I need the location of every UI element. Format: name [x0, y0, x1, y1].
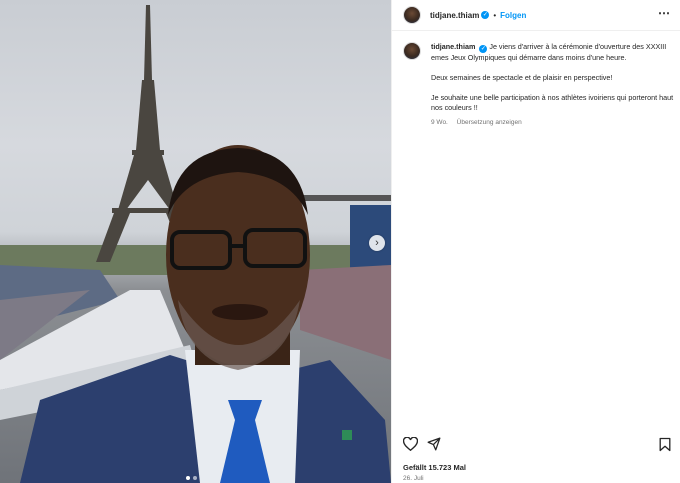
- avatar[interactable]: [403, 6, 421, 24]
- caption-username[interactable]: tidjane.thiam: [431, 42, 475, 51]
- username-link[interactable]: tidjane.thiam: [430, 11, 479, 20]
- verified-icon: ✓: [481, 11, 490, 19]
- post-date: 26. Juli: [403, 475, 424, 482]
- post-age: 9 Wo.: [431, 119, 448, 126]
- post-photo[interactable]: ›: [0, 0, 391, 483]
- action-bar: [403, 437, 675, 453]
- caption-meta: 9 Wo. Übersetzung anzeigen: [431, 118, 675, 128]
- follow-button[interactable]: Folgen: [500, 11, 526, 20]
- caption-line-2: Deux semaines de spectacle et de plaisir…: [431, 73, 613, 82]
- post-sidebar: tidjane.thiam ✓ • Folgen ⋯ tidjane.thiam…: [391, 0, 680, 483]
- verified-icon: ✓: [479, 45, 488, 53]
- heart-icon[interactable]: [403, 437, 418, 451]
- carousel-dots: [186, 476, 197, 480]
- photo-illustration: [0, 5, 391, 483]
- caption-avatar[interactable]: [403, 42, 421, 60]
- more-icon[interactable]: ⋯: [658, 6, 670, 20]
- bookmark-icon[interactable]: [659, 437, 671, 452]
- likes-count[interactable]: Gefällt 15.723 Mal: [403, 463, 466, 472]
- carousel-next-button[interactable]: ›: [369, 235, 385, 251]
- carousel-dot: [186, 476, 190, 480]
- translate-link[interactable]: Übersetzung anzeigen: [457, 119, 522, 126]
- carousel-dot: [193, 476, 197, 480]
- caption-line-3: Je souhaite une belle participation à no…: [431, 93, 674, 112]
- share-icon[interactable]: [427, 437, 441, 451]
- post-caption: tidjane.thiam ✓ Je viens d'arriver à la …: [403, 42, 675, 128]
- separator: •: [493, 10, 497, 20]
- caption-body: tidjane.thiam ✓ Je viens d'arriver à la …: [431, 42, 675, 128]
- post-header: tidjane.thiam ✓ • Folgen ⋯: [392, 0, 680, 31]
